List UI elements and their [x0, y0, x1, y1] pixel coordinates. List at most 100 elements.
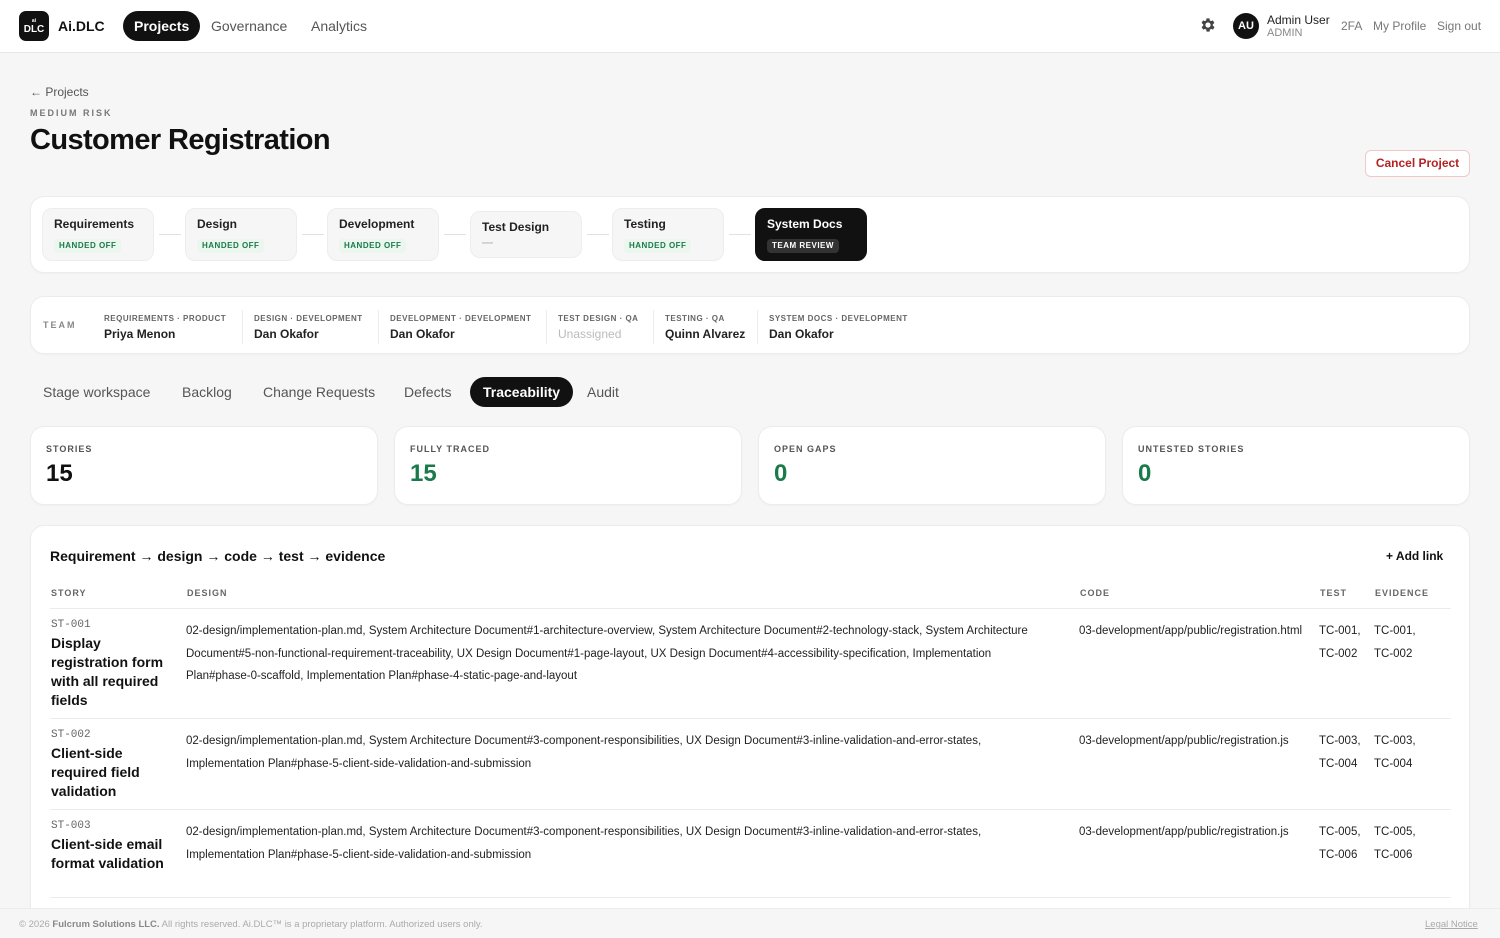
stage-name: Requirements [54, 217, 135, 231]
nav-analytics[interactable]: Analytics [311, 18, 367, 34]
stage-connector [444, 234, 466, 235]
design-links: 02-design/implementation-plan.md, System… [186, 735, 982, 770]
two-factor-link[interactable]: 2FA [1341, 19, 1362, 33]
my-profile-link[interactable]: My Profile [1373, 19, 1426, 33]
stat-value: 15 [46, 460, 73, 487]
avatar[interactable]: AU [1233, 13, 1259, 39]
stage-status-badge: HANDED OFF [54, 239, 122, 253]
table-row[interactable]: ST-003 Client-side email format validati… [50, 810, 1451, 898]
column-header-story: STORY [51, 588, 87, 598]
team-member-role: TEST DESIGN · QA [558, 314, 639, 323]
top-navigation-bar: ai DLC Ai.DLC Projects Governance Analyt… [0, 0, 1500, 53]
evidence-links: TC-001, TC-002 [1374, 625, 1416, 660]
team-member-name: Dan Okafor [390, 327, 455, 341]
tab-stage-workspace[interactable]: Stage workspace [30, 377, 163, 407]
test-links: TC-001, TC-002 [1319, 625, 1361, 660]
stat-label: UNTESTED STORIES [1138, 444, 1245, 454]
back-to-projects-link[interactable]: ← Projects [30, 85, 89, 99]
legal-notice-link[interactable]: Legal Notice [1425, 919, 1478, 930]
column-header-evidence: EVIDENCE [1375, 588, 1430, 598]
team-member: TEST DESIGN · QA Unassigned [546, 310, 638, 344]
tab-defects[interactable]: Defects [391, 377, 464, 407]
company-name: Fulcrum Solutions LLC. [52, 919, 160, 930]
tab-audit[interactable]: Audit [574, 377, 632, 407]
cancel-project-button[interactable]: Cancel Project [1365, 150, 1470, 177]
add-link-button[interactable]: + Add link [1386, 549, 1443, 563]
stat-value: 0 [1138, 460, 1152, 487]
table-row[interactable]: ST-001 Display registration form with al… [50, 609, 1451, 719]
tab-change-requests[interactable]: Change Requests [250, 377, 388, 407]
stage-design[interactable]: Design HANDED OFF [185, 208, 297, 261]
stage-connector [159, 234, 181, 235]
story-id: ST-002 [51, 729, 91, 741]
brand-name[interactable]: Ai.DLC [58, 18, 105, 34]
stage-status-badge: HANDED OFF [624, 239, 692, 253]
stage-status-badge: TEAM REVIEW [767, 239, 839, 253]
team-label: TEAM [43, 320, 77, 330]
stage-connector [302, 234, 324, 235]
tab-backlog[interactable]: Backlog [169, 377, 245, 407]
column-header-design: DESIGN [187, 588, 228, 598]
code-links: 03-development/app/public/registration.j… [1079, 826, 1289, 838]
team-member-name: Priya Menon [104, 327, 176, 341]
team-member-role: DEVELOPMENT · DEVELOPMENT [390, 314, 532, 323]
team-member: DESIGN · DEVELOPMENT Dan Okafor [242, 310, 363, 344]
test-links: TC-005, TC-006 [1319, 826, 1361, 861]
risk-level-label: MEDIUM RISK [30, 108, 113, 118]
story-id: ST-003 [51, 820, 91, 832]
brand-logo[interactable]: ai DLC [19, 11, 49, 41]
stage-status-badge: HANDED OFF [339, 239, 407, 253]
user-role: ADMIN [1267, 27, 1303, 39]
tab-traceability[interactable]: Traceability [470, 377, 574, 407]
stat-card-fully-traced: FULLY TRACED 15 [394, 426, 742, 505]
stat-card-untested-stories: UNTESTED STORIES 0 [1122, 426, 1470, 505]
design-links: 02-design/implementation-plan.md, System… [186, 625, 1028, 682]
stage-connector [587, 234, 609, 235]
team-member: TESTING · QA Quinn Alvarez [653, 310, 745, 344]
traceability-title: Requirement → design → code → test → evi… [50, 548, 386, 564]
team-member: SYSTEM DOCS · DEVELOPMENT Dan Okafor [757, 310, 908, 344]
nav-projects[interactable]: Projects [123, 11, 201, 41]
story-id: ST-001 [51, 619, 91, 631]
stage-testing[interactable]: Testing HANDED OFF [612, 208, 724, 261]
evidence-links: TC-005, TC-006 [1374, 826, 1416, 861]
copyright-notice: © 2026 Fulcrum Solutions LLC. All rights… [19, 919, 483, 930]
stage-requirements[interactable]: Requirements HANDED OFF [42, 208, 154, 261]
stat-card-stories: STORIES 15 [30, 426, 378, 505]
team-member-name: Dan Okafor [254, 327, 319, 341]
copyright-suffix: All rights reserved. Ai.DLC™ is a propri… [159, 919, 483, 930]
page-footer: © 2026 Fulcrum Solutions LLC. All rights… [0, 908, 1500, 938]
page-title: Customer Registration [30, 124, 331, 156]
logo-main-text: DLC [23, 24, 45, 35]
gear-icon[interactable] [1199, 16, 1217, 34]
team-member-name: Unassigned [558, 327, 622, 341]
nav-governance[interactable]: Governance [211, 18, 287, 34]
stage-name: Development [339, 217, 415, 231]
stage-development[interactable]: Development HANDED OFF [327, 208, 439, 261]
table-row[interactable]: ST-002 Client-side required field valida… [50, 719, 1451, 810]
column-header-code: CODE [1080, 588, 1111, 598]
stage-name: System Docs [767, 217, 843, 231]
stage-name: Testing [624, 217, 666, 231]
team-member-role: SYSTEM DOCS · DEVELOPMENT [769, 314, 908, 323]
stage-status-badge: — [482, 237, 494, 249]
design-links: 02-design/implementation-plan.md, System… [186, 826, 982, 861]
stage-status-badge: HANDED OFF [197, 239, 265, 253]
story-title: Client-side required field validation [51, 745, 140, 799]
stat-value: 15 [410, 460, 437, 487]
stage-name: Test Design [482, 220, 550, 234]
team-member-role: DESIGN · DEVELOPMENT [254, 314, 363, 323]
user-name: Admin User [1267, 13, 1330, 27]
code-links: 03-development/app/public/registration.h… [1079, 625, 1303, 637]
stage-connector [729, 234, 751, 235]
stat-label: FULLY TRACED [410, 444, 491, 454]
stage-system-docs[interactable]: System Docs TEAM REVIEW [755, 208, 867, 261]
stage-name: Design [197, 217, 238, 231]
team-member: REQUIREMENTS · PRODUCT Priya Menon [93, 310, 226, 344]
stat-value: 0 [774, 460, 788, 487]
team-member-role: TESTING · QA [665, 314, 725, 323]
team-panel: TEAM REQUIREMENTS · PRODUCT Priya Menon … [30, 296, 1470, 354]
story-title: Display registration form with all requi… [51, 635, 164, 708]
sign-out-link[interactable]: Sign out [1437, 19, 1481, 33]
stage-test-design[interactable]: Test Design — [470, 211, 582, 258]
